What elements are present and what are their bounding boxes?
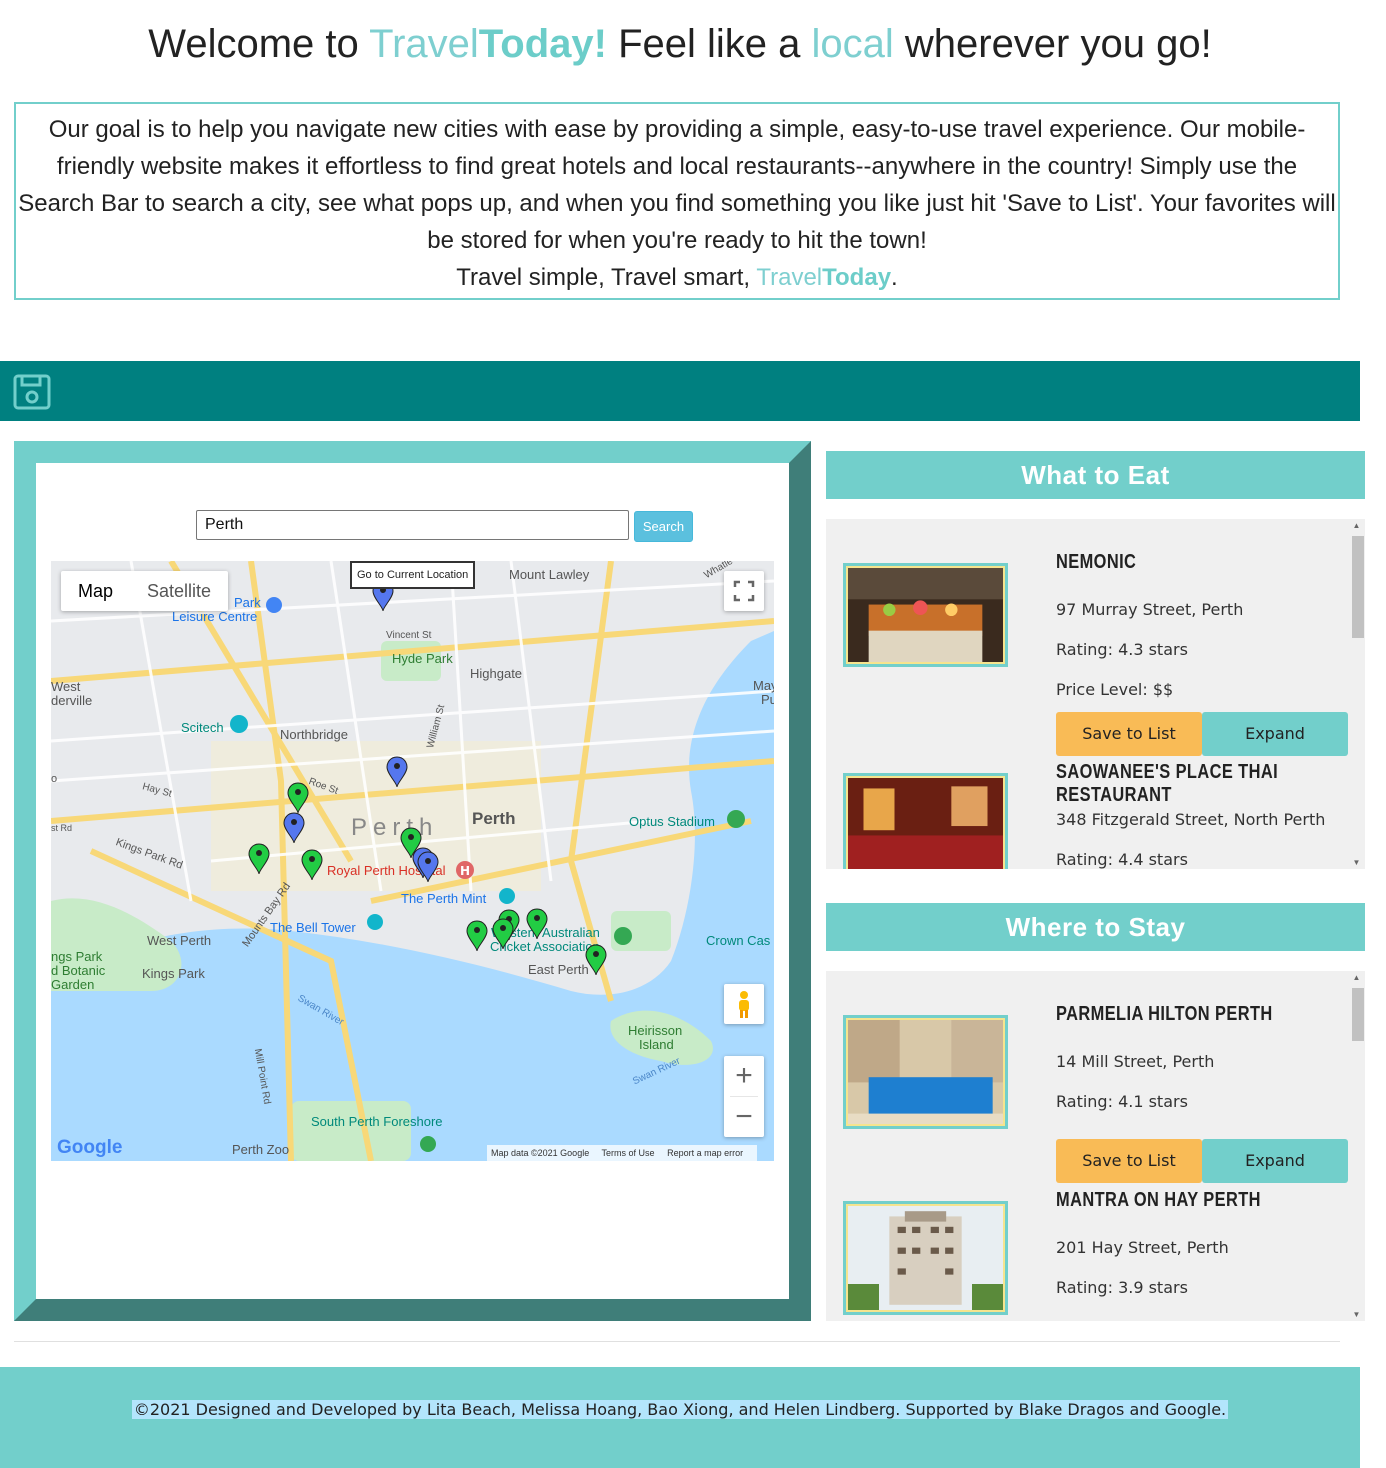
marker-green[interactable] (585, 944, 607, 976)
map-markers: H (230, 580, 745, 1152)
welcome-suffix: wherever you go! (893, 22, 1212, 66)
brand-travel: Travel (369, 22, 479, 66)
mint-icon (499, 888, 515, 904)
save-to-list-button[interactable]: Save to List (1056, 1139, 1202, 1183)
where-to-stay-header: Where to Stay (826, 903, 1365, 951)
google-map[interactable]: Mount Lawley Park Leisure Centre Vincent… (51, 561, 774, 1161)
restaurant-address: 97 Murray Street, Perth (1056, 600, 1244, 619)
google-logo[interactable]: Google (57, 1137, 122, 1159)
map-attribution: Map data ©2021 Google Terms of Use Repor… (487, 1145, 758, 1161)
hotel-address: 14 Mill Street, Perth (1056, 1052, 1215, 1071)
tagline-prefix: Travel simple, Travel smart, (456, 264, 757, 291)
welcome-prefix: Welcome to (148, 22, 370, 66)
welcome-mid: Feel like a (606, 22, 812, 66)
hotel-image (843, 1015, 1008, 1129)
expand-button[interactable]: Expand (1202, 712, 1348, 756)
marker-green[interactable] (301, 849, 323, 881)
hotel-building-photo (848, 1206, 1003, 1310)
fullscreen-icon (733, 580, 755, 602)
restaurant-list[interactable]: NEMONIC 97 Murray Street, Perth Rating: … (826, 519, 1365, 869)
restaurant-image (843, 563, 1008, 667)
marker-blue[interactable] (386, 756, 408, 788)
what-to-eat-header: What to Eat (826, 451, 1365, 499)
zoom-control: + − (724, 1056, 764, 1137)
map-panel: Search (14, 441, 811, 1321)
restaurant-rating: Rating: 4.4 stars (1056, 850, 1188, 869)
scroll-up-icon[interactable]: ▲ (1348, 973, 1365, 982)
tagline-brand-today: Today (822, 264, 892, 291)
stadium-icon (727, 810, 745, 828)
restaurant-name: NEMONIC (1056, 551, 1137, 573)
tagline-brand-travel: Travel (756, 264, 823, 291)
brand-today: Today! (478, 22, 607, 66)
fullscreen-button[interactable] (724, 571, 764, 611)
marker-green[interactable] (248, 843, 270, 875)
buffet-photo (848, 568, 1003, 662)
marker-blue[interactable] (283, 812, 305, 844)
restaurant-interior-photo (848, 778, 1003, 869)
marker-blue[interactable] (417, 851, 439, 883)
marker-green[interactable] (287, 782, 309, 814)
scroll-down-icon[interactable]: ▼ (1348, 1310, 1365, 1319)
restaurant-address: 348 Fitzgerald Street, North Perth (1056, 810, 1326, 829)
marker-green[interactable] (492, 918, 514, 950)
map-type-map[interactable]: Map (61, 571, 130, 611)
pool-photo (848, 1020, 1003, 1124)
restaurant-list-scrollbar[interactable]: ▲ ▼ (1348, 519, 1365, 869)
hotel-list-scrollbar[interactable]: ▲ ▼ (1348, 971, 1365, 1321)
tagline-suffix: . (891, 264, 898, 291)
current-location-tooltip: Go to Current Location (350, 561, 476, 589)
restaurant-rating: Rating: 4.3 stars (1056, 640, 1188, 659)
map-type-satellite[interactable]: Satellite (130, 571, 228, 611)
saved-list-bar (0, 361, 1360, 421)
map-type-control: Map Satellite (61, 571, 229, 611)
search-button[interactable]: Search (634, 511, 693, 542)
scroll-down-icon[interactable]: ▼ (1348, 858, 1365, 867)
footer-credits: ©2021 Designed and Developed by Lita Bea… (131, 1400, 1229, 1419)
hotel-rating: Rating: 3.9 stars (1056, 1278, 1188, 1297)
hotel-address: 201 Hay Street, Perth (1056, 1238, 1229, 1257)
hospital-icon: H (456, 861, 474, 879)
hotel-name: MANTRA ON HAY PERTH (1056, 1189, 1261, 1211)
scroll-thumb[interactable] (1352, 536, 1364, 638)
floppy-disk-icon[interactable] (13, 374, 51, 410)
intro-box: Our goal is to help you navigate new cit… (14, 102, 1340, 300)
street-view-pegman[interactable] (724, 984, 764, 1024)
zoom-in-button[interactable]: + (724, 1056, 764, 1096)
save-to-list-button[interactable]: Save to List (1056, 712, 1202, 756)
bell-tower-icon (367, 914, 383, 930)
foreshore-icon (420, 1136, 436, 1152)
welcome-heading: Welcome to TravelToday! Feel like a loca… (0, 22, 1360, 67)
map-data-credit: Map data ©2021 Google (491, 1148, 590, 1158)
city-search-input[interactable] (196, 510, 629, 540)
local-word: local (811, 22, 894, 66)
pegman-icon (739, 991, 749, 1018)
leisure-centre-icon (266, 597, 282, 613)
hotel-image (843, 1201, 1008, 1315)
intro-text: Our goal is to help you navigate new cit… (18, 116, 1336, 254)
hotel-name: PARMELIA HILTON PERTH (1056, 1003, 1273, 1025)
cricket-icon (614, 927, 632, 945)
divider (14, 1341, 1340, 1342)
map-panel-inner: Search (36, 463, 789, 1299)
hotel-rating: Rating: 4.1 stars (1056, 1092, 1188, 1111)
hotel-list[interactable]: PARMELIA HILTON PERTH 14 Mill Street, Pe… (826, 971, 1365, 1321)
svg-text:H: H (460, 864, 470, 878)
restaurant-name: SAOWANEE'S PLACE THAI RESTAURANT (1056, 761, 1279, 806)
scroll-thumb[interactable] (1352, 988, 1364, 1041)
marker-green[interactable] (466, 920, 488, 952)
footer: ©2021 Designed and Developed by Lita Bea… (0, 1367, 1360, 1468)
terms-link[interactable]: Terms of Use (602, 1148, 655, 1158)
expand-button[interactable]: Expand (1202, 1139, 1348, 1183)
restaurant-price: Price Level: $$ (1056, 680, 1174, 699)
google-logo-text: Google (57, 1137, 123, 1158)
scitech-icon (230, 715, 248, 733)
scroll-up-icon[interactable]: ▲ (1348, 521, 1365, 530)
marker-green[interactable] (526, 908, 548, 940)
report-error-link[interactable]: Report a map error (667, 1148, 743, 1158)
restaurant-image (843, 773, 1008, 869)
zoom-out-button[interactable]: − (724, 1097, 764, 1137)
